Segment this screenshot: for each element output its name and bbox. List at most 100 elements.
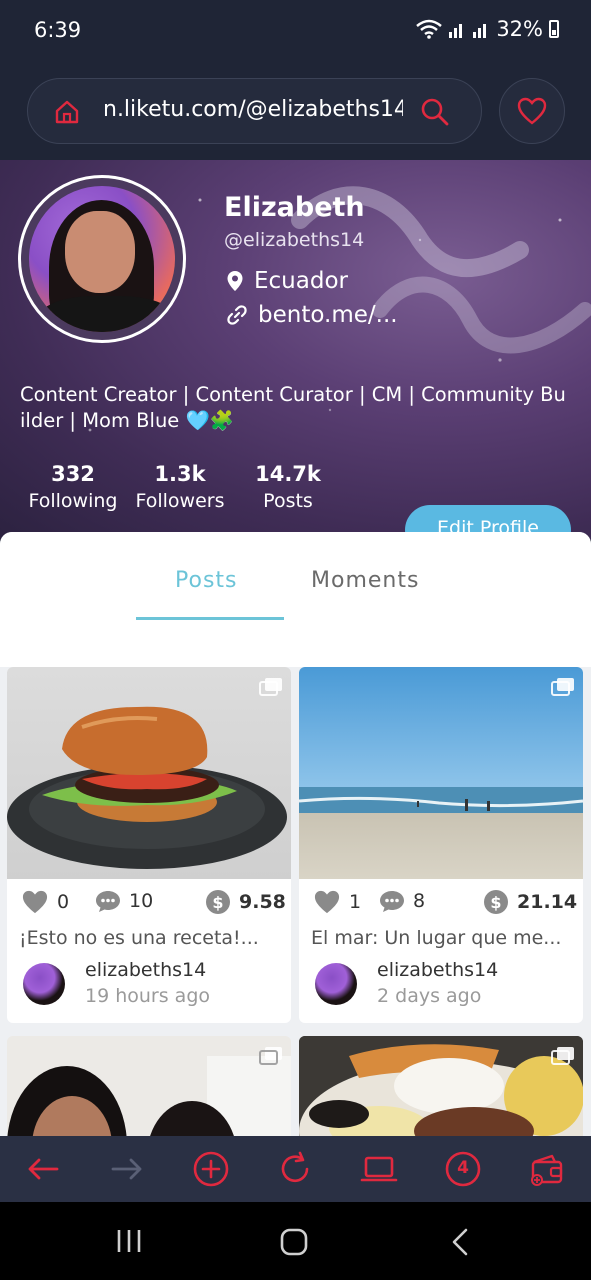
likes[interactable]: 1 — [313, 889, 361, 915]
post-stats: 0 10 $ 9.58 — [21, 889, 286, 919]
battery-icon — [549, 20, 559, 38]
url-text[interactable]: n.liketu.com/@elizabeths14 — [103, 97, 403, 122]
likes[interactable]: 0 — [21, 889, 69, 915]
post-card[interactable] — [7, 1036, 291, 1136]
stat-value: 332 — [51, 462, 95, 486]
svg-text:$: $ — [490, 893, 501, 912]
multi-image-icon — [551, 1047, 574, 1065]
payout: $ 9.58 — [205, 889, 286, 915]
likes-count: 1 — [349, 891, 362, 913]
signal-icon-2 — [473, 24, 487, 38]
comments[interactable]: 8 — [379, 889, 425, 913]
comments-count: 8 — [413, 890, 426, 912]
tab-moments[interactable]: Moments — [311, 568, 419, 593]
system-navigation-bar — [0, 1202, 591, 1280]
post-author[interactable]: elizabeths14 19 hours ago — [21, 959, 281, 1007]
tab-posts[interactable]: Posts — [175, 568, 238, 593]
heart-icon — [22, 890, 48, 914]
multi-image-icon — [259, 678, 282, 696]
post-image[interactable] — [299, 667, 583, 879]
multi-image-icon — [259, 1047, 282, 1065]
profile-avatar[interactable] — [18, 175, 186, 343]
burger-photo — [7, 706, 287, 869]
system-back-icon[interactable] — [450, 1228, 470, 1256]
stat-label: Followers — [135, 490, 225, 512]
svg-text:$: $ — [212, 893, 223, 912]
avatar-image — [29, 186, 175, 332]
location-pin-icon — [227, 271, 243, 291]
stat-value: 14.7k — [255, 462, 321, 486]
post-card[interactable]: 1 8 $ 21.14 El mar: Un lugar que me... e… — [299, 667, 583, 1023]
desktop-mode-icon[interactable] — [360, 1150, 398, 1188]
post-image[interactable] — [7, 667, 291, 879]
link-text[interactable]: bento.me/... — [258, 302, 398, 328]
status-bar: 6:39 32% — [0, 0, 591, 62]
profile-bio: Content Creator | Content Curator | CM |… — [20, 383, 566, 432]
reload-icon[interactable] — [276, 1150, 314, 1188]
stat-value: 1.3k — [154, 462, 206, 486]
home-button-icon[interactable] — [280, 1228, 308, 1256]
wallet-icon[interactable] — [528, 1150, 566, 1188]
author-avatar[interactable] — [315, 963, 357, 1005]
selfie-photo — [7, 1036, 291, 1136]
payout-value: 9.58 — [239, 891, 286, 913]
recent-apps-icon[interactable] — [115, 1228, 143, 1254]
search-icon[interactable] — [419, 96, 451, 128]
payout: $ 21.14 — [483, 889, 577, 915]
profile-tabs: Posts Moments — [0, 532, 591, 667]
home-icon[interactable] — [52, 97, 82, 127]
author-name[interactable]: elizabeths14 — [377, 959, 498, 981]
stat-posts[interactable]: 14.7k Posts — [248, 462, 328, 512]
profile-name: Elizabeth — [224, 192, 365, 223]
profile-link[interactable]: bento.me/... — [226, 302, 398, 328]
post-author[interactable]: elizabeths14 2 days ago — [313, 959, 573, 1007]
stat-followers[interactable]: 1.3k Followers — [134, 462, 226, 512]
browser-toolbar: 4 — [0, 1136, 591, 1202]
post-stats: 1 8 $ 21.14 — [313, 889, 577, 919]
battery-percent: 32% — [496, 17, 543, 41]
food-photo — [299, 1036, 583, 1136]
heart-icon — [517, 97, 547, 125]
new-tab-plus-icon[interactable] — [192, 1150, 230, 1188]
address-bar[interactable]: n.liketu.com/@elizabeths14 — [27, 78, 482, 144]
comments-count: 10 — [129, 890, 154, 912]
stat-following[interactable]: 332 Following — [27, 462, 119, 512]
active-tab-indicator — [136, 617, 284, 620]
multi-image-icon — [551, 678, 574, 696]
comment-icon — [380, 891, 404, 912]
content-sheet: Posts Moments 0 10 $ 9.58 ¡Esto no es un… — [0, 532, 591, 1136]
stat-label: Following — [28, 490, 118, 512]
post-card[interactable]: 0 10 $ 9.58 ¡Esto no es una receta!... e… — [7, 667, 291, 1023]
tabs-button[interactable]: 4 — [444, 1150, 482, 1188]
profile-location: Ecuador — [226, 268, 348, 294]
payout-value: 21.14 — [517, 891, 578, 913]
comments[interactable]: 10 — [95, 889, 153, 913]
status-time: 6:39 — [34, 18, 82, 42]
status-icons: 32% — [416, 17, 559, 41]
author-avatar[interactable] — [23, 963, 65, 1005]
wifi-icon — [416, 19, 443, 39]
dollar-icon: $ — [484, 890, 508, 914]
link-icon — [227, 305, 247, 325]
post-time: 19 hours ago — [85, 985, 211, 1007]
back-arrow-icon[interactable] — [24, 1150, 62, 1188]
favorites-button[interactable] — [499, 78, 565, 144]
post-title[interactable]: ¡Esto no es una receta!... — [19, 927, 259, 949]
dollar-icon: $ — [206, 890, 230, 914]
comment-icon — [96, 891, 120, 912]
post-image[interactable] — [7, 1036, 291, 1136]
heart-icon — [314, 890, 340, 914]
post-card[interactable] — [299, 1036, 583, 1136]
author-name[interactable]: elizabeths14 — [85, 959, 206, 981]
beach-photo — [299, 667, 583, 879]
tab-count: 4 — [457, 1158, 469, 1178]
post-image[interactable] — [299, 1036, 583, 1136]
likes-count: 0 — [57, 891, 70, 913]
post-time: 2 days ago — [377, 985, 482, 1007]
forward-arrow-icon[interactable] — [108, 1150, 146, 1188]
stat-label: Posts — [263, 490, 313, 512]
location-text: Ecuador — [254, 268, 348, 294]
profile-stats: 332 Following 1.3k Followers 14.7k Posts — [0, 462, 360, 522]
signal-icon — [449, 24, 463, 38]
post-title[interactable]: El mar: Un lugar que me... — [311, 927, 561, 949]
